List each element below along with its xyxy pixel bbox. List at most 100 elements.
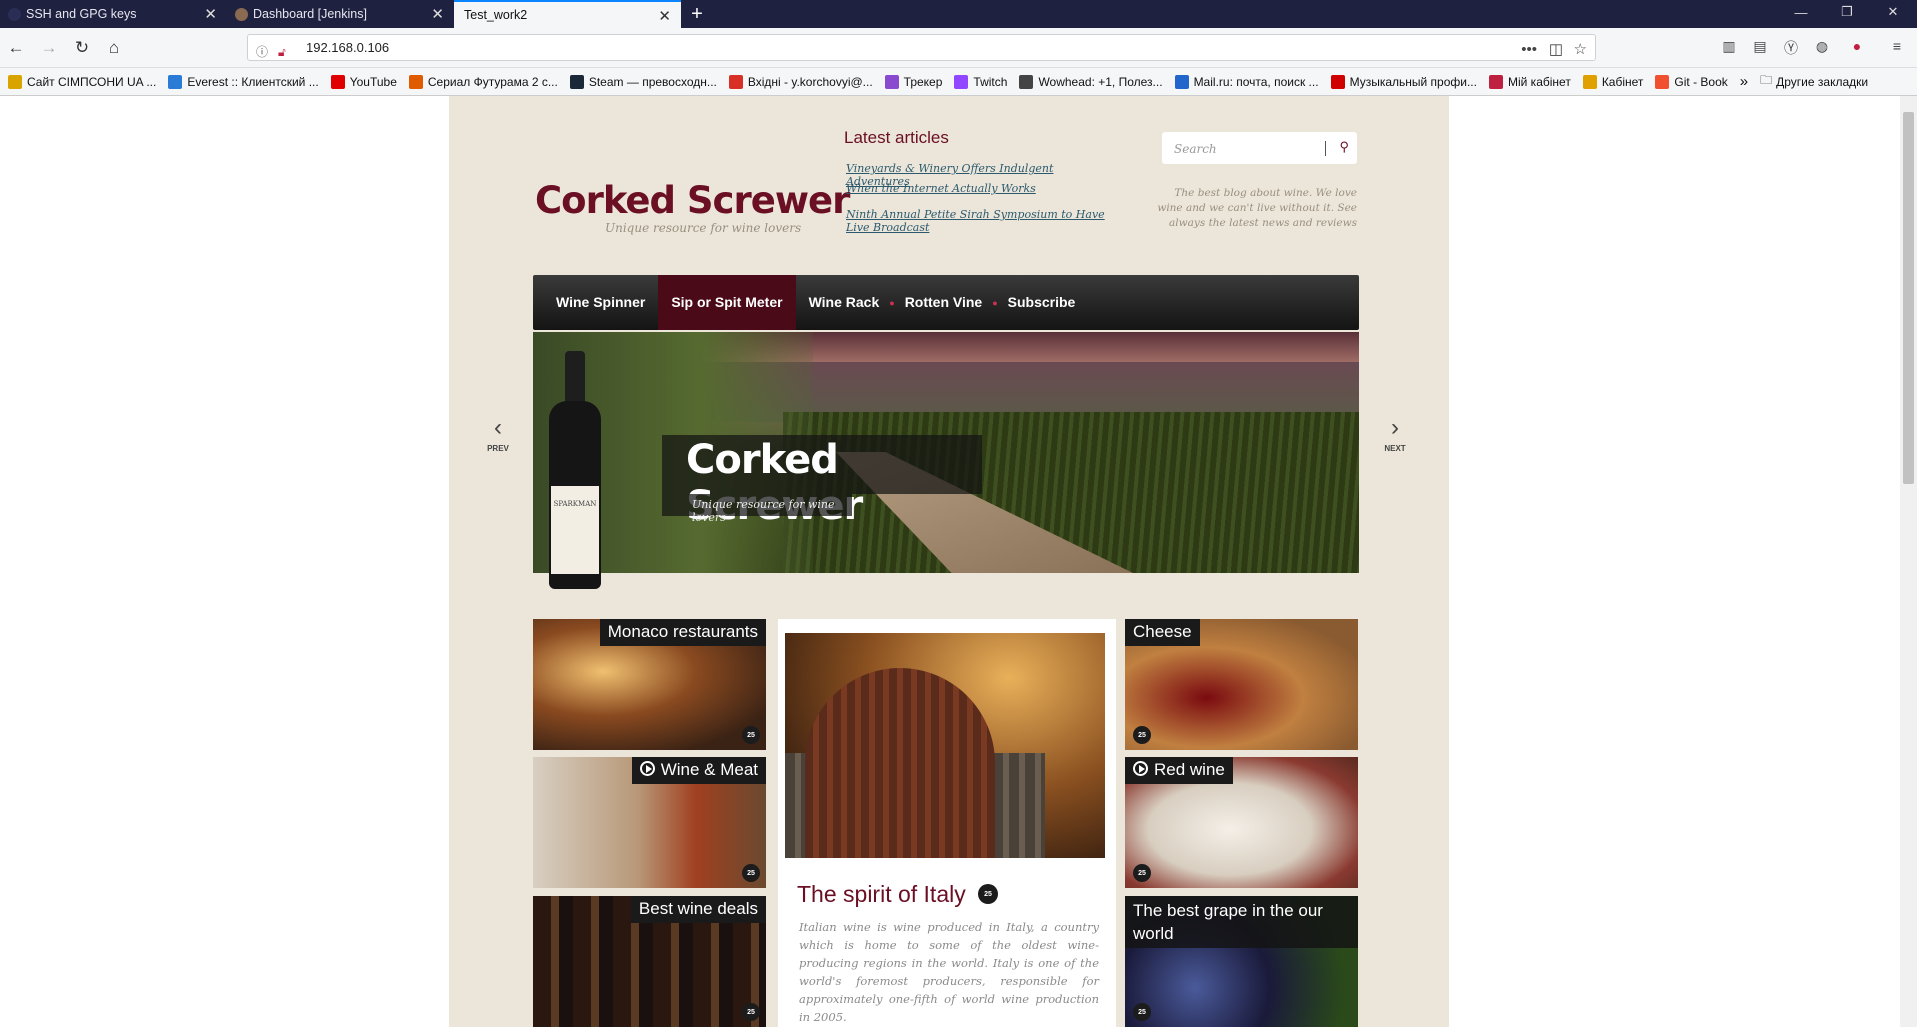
forward-button[interactable]: →	[37, 36, 61, 60]
restore-button[interactable]: ❐	[1824, 0, 1870, 24]
bookmark-star-icon[interactable]: ☆	[1574, 37, 1587, 62]
next-label: NEXT	[1384, 444, 1406, 453]
latest-articles-heading: Latest articles	[844, 128, 949, 147]
reload-button[interactable]: ↻	[70, 36, 94, 60]
bookmark-item[interactable]: Wowhead: +1, Полез...	[1019, 74, 1163, 89]
insecure-lock-icon[interactable]: 🔓︎	[278, 40, 286, 65]
yandex-icon[interactable]: Ⓨ	[1781, 38, 1801, 58]
more-bookmarks-chevron-icon[interactable]: »	[1740, 73, 1748, 90]
adblock-icon[interactable]: ●	[1847, 38, 1867, 54]
tile-title-text: Red wine	[1154, 760, 1225, 779]
comment-count-badge: 25	[1133, 726, 1151, 744]
bookmark-item[interactable]: YouTube	[330, 74, 397, 89]
menu-wine-spinner[interactable]: Wine Spinner	[543, 275, 658, 330]
play-icon	[639, 761, 655, 776]
pocket-icon[interactable]: ◫	[1549, 37, 1563, 62]
menu-icon[interactable]: ≡	[1887, 38, 1907, 54]
comment-count-badge: 25	[978, 884, 998, 904]
search-input[interactable]: Search ⚲	[1162, 132, 1357, 164]
tile-cheese[interactable]: Cheese 25	[1125, 619, 1358, 750]
info-icon[interactable]: ⓘ	[256, 40, 268, 65]
bookmark-item[interactable]: Мій кабінет	[1488, 74, 1571, 89]
close-icon[interactable]: ✕	[204, 5, 217, 23]
bookmark-favicon-icon	[1174, 74, 1189, 89]
home-icon[interactable]: ⌂	[102, 36, 126, 60]
tile-best-grape[interactable]: The best grape in the our world 25	[1125, 896, 1358, 1027]
featured-article-title[interactable]: The spirit of Italy	[797, 881, 966, 908]
back-button[interactable]: ←	[4, 36, 28, 60]
cathedral-dome	[805, 668, 995, 858]
article-link[interactable]: Ninth Annual Petite Sirah Symposium to H…	[846, 208, 1106, 234]
close-icon[interactable]: ✕	[431, 5, 444, 23]
bookmark-favicon-icon	[1582, 74, 1597, 89]
site-page: Corked Screwer Unique resource for wine …	[449, 96, 1449, 1027]
bookmark-item[interactable]: Everest :: Клиентский ...	[168, 74, 319, 89]
more-actions-icon[interactable]: •••	[1521, 37, 1537, 62]
bookmark-item[interactable]: Mail.ru: почта, поиск ...	[1174, 74, 1319, 89]
url-text[interactable]: 192.168.0.106	[306, 40, 389, 55]
tile-best-wine-deals[interactable]: Best wine deals 25	[533, 896, 766, 1027]
bookmark-item[interactable]: Сериал Футурама 2 с...	[408, 74, 558, 89]
bookmark-item[interactable]: Трекер	[884, 74, 942, 89]
address-bar[interactable]: ⓘ 🔓︎ 192.168.0.106 ••• ◫ ☆	[247, 34, 1596, 61]
window-close-button[interactable]: ✕	[1870, 0, 1916, 24]
github-icon	[8, 8, 21, 21]
tile-title: Best wine deals	[630, 896, 766, 923]
bookmark-favicon-icon	[1655, 74, 1670, 89]
new-tab-button[interactable]: +	[681, 0, 713, 28]
bookmark-item[interactable]: Сайт СІМПСОНИ UA ...	[8, 74, 156, 89]
bookmark-label: Wowhead: +1, Полез...	[1038, 74, 1163, 89]
menu-rotten-vine[interactable]: Rotten Vine	[892, 275, 996, 330]
menu-sip-or-spit-meter[interactable]: Sip or Spit Meter	[658, 275, 796, 330]
featured-article-image[interactable]	[785, 633, 1105, 858]
bookmark-label: Вхідні - y.korchovyi@...	[747, 74, 873, 89]
next-slide-button[interactable]: › NEXT	[1375, 414, 1415, 454]
bottle-label: SPARKMAN	[551, 486, 599, 574]
bookmark-label: Twitch	[973, 74, 1008, 89]
bookmark-favicon-icon	[408, 74, 423, 89]
bookmark-item[interactable]: Музыкальный профи...	[1330, 74, 1477, 89]
close-icon[interactable]: ✕	[658, 7, 671, 25]
scrollbar-thumb[interactable]	[1903, 112, 1914, 484]
site-logo[interactable]: Corked Screwer	[535, 179, 850, 222]
other-bookmarks-folder[interactable]: 🗀︎ Другие закладки	[1760, 71, 1868, 92]
tile-title: Wine & Meat	[631, 757, 766, 784]
minimize-button[interactable]: —	[1778, 0, 1824, 24]
bookmark-item[interactable]: Вхідні - y.korchovyi@...	[728, 74, 873, 89]
scrollbar[interactable]	[1900, 96, 1917, 1027]
site-tagline: Unique resource for wine lovers	[605, 221, 802, 235]
bookmark-item[interactable]: Twitch	[954, 74, 1008, 89]
prev-slide-button[interactable]: ‹ PREV	[478, 416, 518, 454]
sidebar-icon[interactable]: ▤	[1750, 38, 1770, 55]
menu-subscribe[interactable]: Subscribe	[995, 275, 1089, 330]
tab-test-work2[interactable]: Test_work2 ✕	[454, 0, 681, 28]
bookmark-favicon-icon	[954, 74, 969, 89]
tile-title: The best grape in the our world	[1125, 896, 1358, 948]
bookmark-label: Кабінет	[1601, 74, 1644, 89]
tab-strip: SSH and GPG keys ✕ Dashboard [Jenkins] ✕ T…	[0, 0, 1917, 28]
bookmark-label: Everest :: Клиентский ...	[187, 74, 319, 89]
bookmarks-toolbar: Сайт СІМПСОНИ UA ... Everest :: Клиентски…	[0, 68, 1917, 96]
search-placeholder: Search	[1174, 142, 1217, 156]
article-link[interactable]: When the Internet Actually Works	[846, 182, 1106, 195]
bookmark-label: YouTube	[349, 74, 397, 89]
tab-title: SSH and GPG keys	[26, 7, 137, 21]
library-icon[interactable]: ▥	[1719, 38, 1739, 55]
bookmark-item[interactable]: Git - Book	[1655, 74, 1728, 89]
bookmark-item[interactable]: Кабінет	[1582, 74, 1644, 89]
comment-count-badge: 25	[1133, 1003, 1151, 1021]
bookmark-favicon-icon	[168, 74, 183, 89]
search-icon[interactable]: ⚲	[1339, 140, 1349, 155]
chevron-right-icon: ›	[1391, 414, 1399, 441]
tab-ssh-keys[interactable]: SSH and GPG keys ✕	[0, 0, 227, 28]
comment-count-badge: 25	[742, 726, 760, 744]
tile-monaco-restaurants[interactable]: Monaco restaurants 25	[533, 619, 766, 750]
tab-jenkins[interactable]: Dashboard [Jenkins] ✕	[227, 0, 454, 28]
bookmark-item[interactable]: Steam — превосходн...	[569, 74, 717, 89]
bookmark-favicon-icon	[1330, 74, 1345, 89]
menu-wine-rack[interactable]: Wine Rack	[796, 275, 893, 330]
tab-title: Dashboard [Jenkins]	[253, 7, 367, 21]
tile-red-wine[interactable]: Red wine 25	[1125, 757, 1358, 888]
globe-icon[interactable]: ◍	[1812, 38, 1832, 55]
tile-wine-and-meat[interactable]: Wine & Meat 25	[533, 757, 766, 888]
